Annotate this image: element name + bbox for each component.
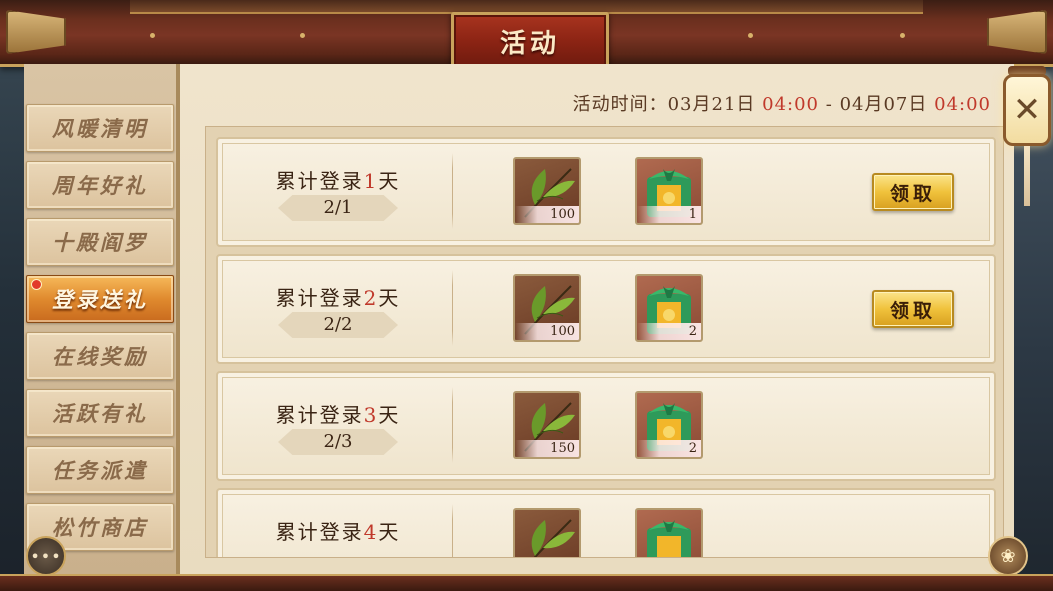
- notification-dot: [31, 279, 42, 290]
- corner-menu-button[interactable]: ❀: [988, 536, 1028, 576]
- beam-stud: [150, 33, 155, 38]
- row-progress: 2/2: [278, 312, 398, 338]
- scene-background-left: [0, 0, 24, 589]
- lantern-tassel: [1024, 146, 1030, 206]
- reward-qty: 150: [515, 440, 579, 457]
- page-title: 活动: [499, 28, 560, 59]
- sidebar-item-ten-kings[interactable]: 十殿阎罗: [26, 218, 174, 266]
- beam-stud: [300, 33, 305, 38]
- tea-cup-icon: ❀: [1000, 545, 1016, 567]
- row-divider: [452, 387, 453, 463]
- row-days: 4: [363, 520, 379, 544]
- reward-row: 累计登录3天 2/3 150 2: [216, 371, 996, 481]
- event-start-time: 04:00: [762, 94, 820, 115]
- reward-item[interactable]: 2: [635, 274, 703, 342]
- row-title-suffix: 天: [378, 520, 401, 544]
- row-title-suffix: 天: [378, 403, 401, 427]
- sidebar-item-spring[interactable]: 风暖清明: [26, 104, 174, 152]
- row-days: 3: [363, 403, 379, 427]
- chat-button[interactable]: •••: [26, 536, 66, 576]
- row-days: 1: [363, 169, 379, 193]
- row-title-prefix: 累计登录: [275, 169, 364, 193]
- beam-ornament-right: [987, 10, 1047, 54]
- row-title: 累计登录1天: [258, 165, 418, 194]
- reward-item[interactable]: 2: [635, 391, 703, 459]
- title-plaque: 活动: [451, 12, 609, 70]
- sidebar-item-label: 十殿阎罗: [52, 230, 148, 255]
- row-title-prefix: 累计登录: [275, 403, 364, 427]
- row-title-suffix: 天: [378, 286, 401, 310]
- event-time: 活动时间：03月21日 04:00 - 04月07日 04:00: [573, 90, 991, 116]
- row-title-prefix: 累计登录: [275, 520, 364, 544]
- sidebar-item-label: 周年好礼: [52, 173, 148, 198]
- reward-qty: 2: [637, 440, 701, 457]
- reward-item[interactable]: [513, 508, 581, 557]
- sidebar-item-label: 风暖清明: [52, 116, 148, 141]
- close-icon: ✕: [1012, 90, 1042, 130]
- sidebar-item-login-gift[interactable]: 登录送礼: [26, 275, 174, 323]
- row-divider: [452, 504, 453, 557]
- beam-stud: [900, 33, 905, 38]
- reward-item[interactable]: 150: [513, 391, 581, 459]
- reward-item[interactable]: 100: [513, 274, 581, 342]
- reward-qty: 100: [515, 206, 579, 223]
- sidebar-item-dispatch[interactable]: 任务派遣: [26, 446, 174, 494]
- beam-ornament-left: [6, 10, 66, 54]
- reward-qty: 1: [637, 206, 701, 223]
- row-title: 累计登录2天: [258, 282, 418, 311]
- sidebar-item-label: 松竹商店: [52, 515, 148, 540]
- reward-row: 累计登录2天 2/2 100 2 领取: [216, 254, 996, 364]
- reward-qty: 100: [515, 323, 579, 340]
- sidebar-item-activity-gift[interactable]: 活跃有礼: [26, 389, 174, 437]
- row-title: 累计登录3天: [258, 399, 418, 428]
- row-days: 2: [363, 286, 379, 310]
- claim-button[interactable]: 领取: [872, 173, 954, 211]
- sidebar-item-label: 活跃有礼: [52, 401, 148, 426]
- sidebar-item-label: 在线奖励: [52, 344, 148, 369]
- event-time-separator: -: [825, 94, 833, 115]
- sidebar-item-label: 任务派遣: [52, 458, 148, 483]
- event-time-label: 活动时间：: [572, 94, 668, 115]
- beam-stud: [748, 33, 753, 38]
- reward-row: 累计登录1天 2/1 100 1 领取: [216, 137, 996, 247]
- row-title-suffix: 天: [378, 169, 401, 193]
- event-start-date: 03月21日: [667, 94, 756, 115]
- reward-item[interactable]: 100: [513, 157, 581, 225]
- row-title-prefix: 累计登录: [275, 286, 364, 310]
- chat-bubble-icon: •••: [30, 546, 62, 566]
- reward-row: 累计登录4天: [216, 488, 996, 557]
- row-divider: [452, 270, 453, 346]
- reward-list[interactable]: 累计登录1天 2/1 100 1 领取 累计登录2天 2/2 100 2 领取 …: [205, 126, 1004, 558]
- gift-pack-icon: [647, 520, 691, 557]
- row-title: 累计登录4天: [258, 516, 418, 545]
- reward-item[interactable]: [635, 508, 703, 557]
- sidebar-item-online-reward[interactable]: 在线奖励: [26, 332, 174, 380]
- close-button[interactable]: ✕: [1003, 74, 1051, 146]
- bottom-beam: [0, 574, 1053, 591]
- event-end-date: 04月07日: [839, 94, 928, 115]
- reward-item[interactable]: 1: [635, 157, 703, 225]
- row-progress: 2/3: [278, 429, 398, 455]
- row-progress: 2/1: [278, 195, 398, 221]
- reward-qty: 2: [637, 323, 701, 340]
- claim-button[interactable]: 领取: [872, 290, 954, 328]
- sidebar-item-anniversary[interactable]: 周年好礼: [26, 161, 174, 209]
- sidebar-item-label: 登录送礼: [52, 287, 148, 312]
- tea-leaf-icon: [531, 519, 575, 557]
- sidebar: 风暖清明 周年好礼 十殿阎罗 登录送礼 在线奖励 活跃有礼 任务派遣 松竹商店: [24, 64, 180, 576]
- event-end-time: 04:00: [934, 94, 991, 115]
- row-divider: [452, 153, 453, 229]
